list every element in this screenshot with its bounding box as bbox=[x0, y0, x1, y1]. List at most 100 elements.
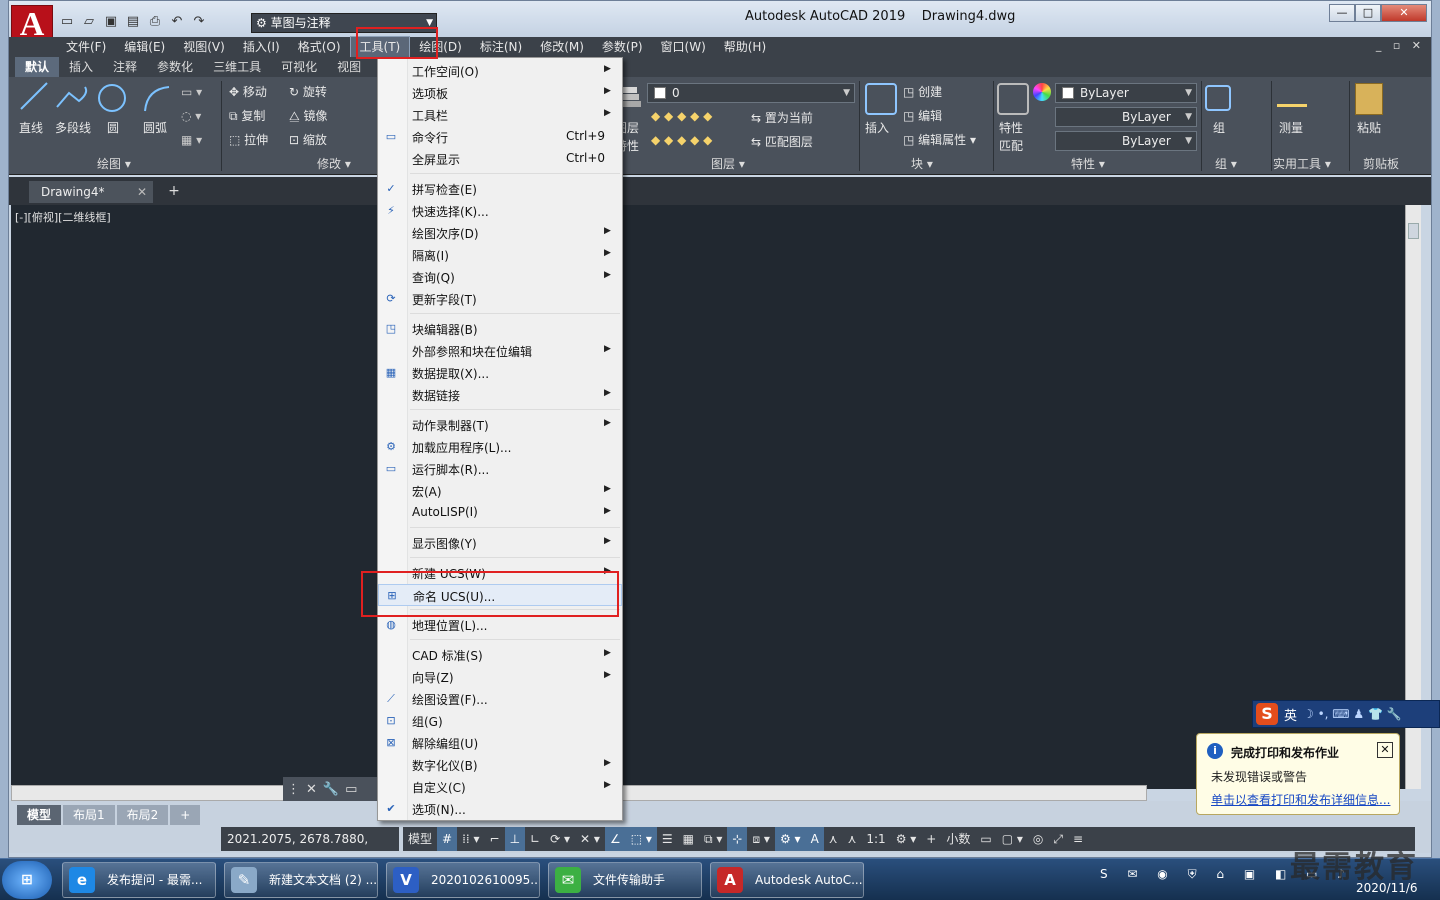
gizmo-icon[interactable]: ⧈ ▾ bbox=[747, 827, 774, 851]
print-icon[interactable]: ⎙ bbox=[147, 14, 163, 30]
grid-icon[interactable]: # bbox=[437, 827, 458, 851]
menu-item-1[interactable]: 编辑(E) bbox=[115, 37, 174, 57]
taskbar-button-3[interactable]: ✉ 文件传输助手 bbox=[548, 862, 702, 898]
snap-icon[interactable]: ⁞⁞ ▾ bbox=[457, 827, 484, 851]
tools-menu-item-0[interactable]: 工作空间(O) ▶ bbox=[378, 60, 622, 82]
transparency-icon[interactable]: ▦ bbox=[678, 827, 699, 851]
open-folder-icon[interactable]: ▱ bbox=[81, 14, 97, 30]
tools-menu-item-32[interactable]: 向导(Z) ▶ bbox=[378, 666, 622, 688]
scroll-thumb[interactable] bbox=[1408, 223, 1419, 239]
annotation-visibility-icon[interactable]: ⚙ ▾ bbox=[774, 827, 806, 851]
menu-item-9[interactable]: 参数(P) bbox=[593, 37, 652, 57]
ribbon-tab-3[interactable]: 参数化 bbox=[147, 57, 203, 77]
tools-menu-item-20[interactable]: ▭ 运行脚本(R)... bbox=[378, 458, 622, 480]
clipboard-panel-label[interactable]: 剪贴板 bbox=[1363, 155, 1399, 172]
taskbar-button-0[interactable]: e 发布提问 - 最需... bbox=[62, 862, 216, 898]
tools-menu-item-4[interactable]: 全屏显示 Ctrl+0 bbox=[378, 148, 622, 170]
measure-label[interactable]: 测量 bbox=[1279, 119, 1303, 136]
tools-menu-item-22[interactable]: AutoLISP(I) ▶ bbox=[378, 502, 622, 524]
taskbar-button-2[interactable]: V 2020102610095... bbox=[386, 862, 540, 898]
line-tool-icon[interactable] bbox=[19, 81, 49, 111]
circle-tool-icon[interactable] bbox=[97, 83, 127, 113]
create-block[interactable]: ◳ 创建 bbox=[903, 83, 942, 100]
workspace-gear-icon[interactable]: ⚙ ▾ bbox=[891, 827, 922, 851]
document-window-controls[interactable]: _ ▫ ✕ bbox=[1376, 39, 1425, 52]
circle-label[interactable]: 圆 bbox=[107, 119, 119, 136]
doc-tab-drawing4[interactable]: Drawing4* ✕ bbox=[29, 181, 153, 203]
object-snap-tracking-icon[interactable]: ∠ bbox=[604, 827, 626, 851]
coordinates-readout[interactable]: 2021.2075, 2678.7880, 0.0000 bbox=[221, 827, 399, 870]
tools-menu-item-6[interactable]: ✓ 拼写检查(E) bbox=[378, 178, 622, 200]
menu-item-11[interactable]: 帮助(H) bbox=[715, 37, 775, 57]
menu-item-3[interactable]: 插入(I) bbox=[234, 37, 289, 57]
ribbon-tab-0[interactable]: 默认 bbox=[15, 57, 60, 77]
infer-icon[interactable]: ⌐ bbox=[485, 827, 505, 851]
tools-menu-item-38[interactable]: ✔ 选项(N)... bbox=[378, 798, 622, 820]
set-current-layer[interactable]: ⇆ 置为当前 bbox=[751, 109, 813, 126]
save-icon[interactable]: ▣ bbox=[103, 14, 119, 30]
new-file-icon[interactable]: ▭ bbox=[59, 14, 75, 30]
gradient-icon[interactable]: ▦ ▾ bbox=[181, 133, 202, 147]
quick-properties-icon[interactable]: ▭ bbox=[975, 827, 996, 851]
block-panel-label[interactable]: 块 ▾ bbox=[911, 155, 933, 172]
hardware-acceleration-icon[interactable]: ▢ ▾ bbox=[997, 827, 1028, 851]
new-layout-plus-icon[interactable]: + bbox=[170, 805, 201, 825]
ime-tool-icons[interactable]: ☽ •, ⌨ ♟ 👕 🔧 bbox=[1303, 707, 1402, 721]
color-wheel-icon[interactable] bbox=[1033, 83, 1051, 101]
ribbon-tab-5[interactable]: 可视化 bbox=[271, 57, 327, 77]
balloon-details-link[interactable]: 单击以查看打印和发布详细信息... bbox=[1211, 791, 1390, 808]
hatch-icon[interactable]: ◌ ▾ bbox=[181, 109, 201, 123]
start-button-icon[interactable]: ⊞ bbox=[2, 861, 52, 899]
match-layer[interactable]: ⇆ 匹配图层 bbox=[751, 133, 813, 150]
measure-icon[interactable] bbox=[1277, 87, 1307, 107]
tools-menu-item-8[interactable]: 绘图次序(D) ▶ bbox=[378, 222, 622, 244]
tools-menu-item-9[interactable]: 隔离(I) ▶ bbox=[378, 244, 622, 266]
rectangle-icon[interactable]: ▭ ▾ bbox=[181, 85, 202, 99]
tools-menu-item-18[interactable]: 动作录制器(T) ▶ bbox=[378, 414, 622, 436]
group-label[interactable]: 组 bbox=[1213, 119, 1225, 136]
ime-toolbar[interactable]: S 英 ☽ •, ⌨ ♟ 👕 🔧 bbox=[1252, 700, 1440, 728]
paste-icon[interactable] bbox=[1355, 83, 1383, 115]
arc-tool-icon[interactable] bbox=[141, 83, 171, 113]
tools-menu-item-16[interactable]: 数据链接 ▶ bbox=[378, 384, 622, 406]
ortho-icon[interactable]: ∟ bbox=[525, 827, 545, 851]
draw-panel-label[interactable]: 绘图 ▾ bbox=[97, 155, 131, 172]
minimize-icon[interactable]: — bbox=[1329, 4, 1355, 22]
clean-screen-icon[interactable]: ⤢ bbox=[1048, 827, 1068, 851]
undo-icon[interactable]: ↶ bbox=[169, 14, 185, 30]
close-icon[interactable]: ✕ bbox=[1377, 742, 1393, 758]
tools-menu-item-2[interactable]: 工具栏 ▶ bbox=[378, 104, 622, 126]
model-space-button[interactable]: 模型 bbox=[403, 827, 437, 851]
tools-menu-item-15[interactable]: ▦ 数据提取(X)... bbox=[378, 362, 622, 384]
tools-menu-item-36[interactable]: 数字化仪(B) ▶ bbox=[378, 754, 622, 776]
layer-tools-row-1[interactable]: ◆ ◆ ◆ ◆ ◆ bbox=[651, 109, 712, 123]
taskbar-button-1[interactable]: ✎ 新建文本文档 (2) ... bbox=[224, 862, 378, 898]
menu-item-10[interactable]: 窗口(W) bbox=[652, 37, 715, 57]
match-props-label-2[interactable]: 匹配 bbox=[999, 137, 1023, 154]
dynamic-input-icon[interactable]: ⊥ bbox=[504, 827, 526, 851]
sogou-logo-icon[interactable]: S bbox=[1256, 703, 1278, 725]
polar-icon[interactable]: ⟳ ▾ bbox=[545, 827, 575, 851]
linetype-dropdown[interactable]: ByLayer ▼ bbox=[1055, 107, 1197, 127]
match-properties-icon[interactable] bbox=[997, 83, 1029, 115]
ribbon-tab-4[interactable]: 三维工具 bbox=[203, 57, 271, 77]
utilities-panel-label[interactable]: 实用工具 ▾ bbox=[1273, 155, 1331, 172]
viewport-controls[interactable]: [-][俯视][二维线框] bbox=[15, 209, 111, 225]
ribbon-tab-6[interactable]: 视图 bbox=[327, 57, 371, 77]
selection-cycling-icon[interactable]: ⧉ ▾ bbox=[699, 827, 727, 851]
rotate-tool[interactable]: ↻ 旋转 bbox=[289, 83, 327, 100]
edit-attributes[interactable]: ◳ 编辑属性 ▾ bbox=[903, 131, 976, 148]
polyline-tool-icon[interactable] bbox=[55, 83, 91, 111]
tools-menu-item-14[interactable]: 外部参照和块在位编辑 ▶ bbox=[378, 340, 622, 362]
tools-menu-item-37[interactable]: 自定义(C) ▶ bbox=[378, 776, 622, 798]
redo-icon[interactable]: ↷ bbox=[191, 14, 207, 30]
close-icon[interactable]: ✕ bbox=[137, 181, 147, 203]
layout-tab-0[interactable]: 模型 bbox=[17, 805, 62, 825]
match-props-label[interactable]: 特性 bbox=[999, 119, 1023, 136]
menu-item-2[interactable]: 视图(V) bbox=[174, 37, 234, 57]
menu-item-4[interactable]: 格式(O) bbox=[289, 37, 350, 57]
drawing-canvas[interactable]: [-][俯视][二维线框] bbox=[11, 205, 1405, 789]
line-label[interactable]: 直线 bbox=[19, 119, 43, 136]
tools-menu-item-13[interactable]: ◳ 块编辑器(B) bbox=[378, 318, 622, 340]
tools-menu-item-11[interactable]: ⟳ 更新字段(T) bbox=[378, 288, 622, 310]
